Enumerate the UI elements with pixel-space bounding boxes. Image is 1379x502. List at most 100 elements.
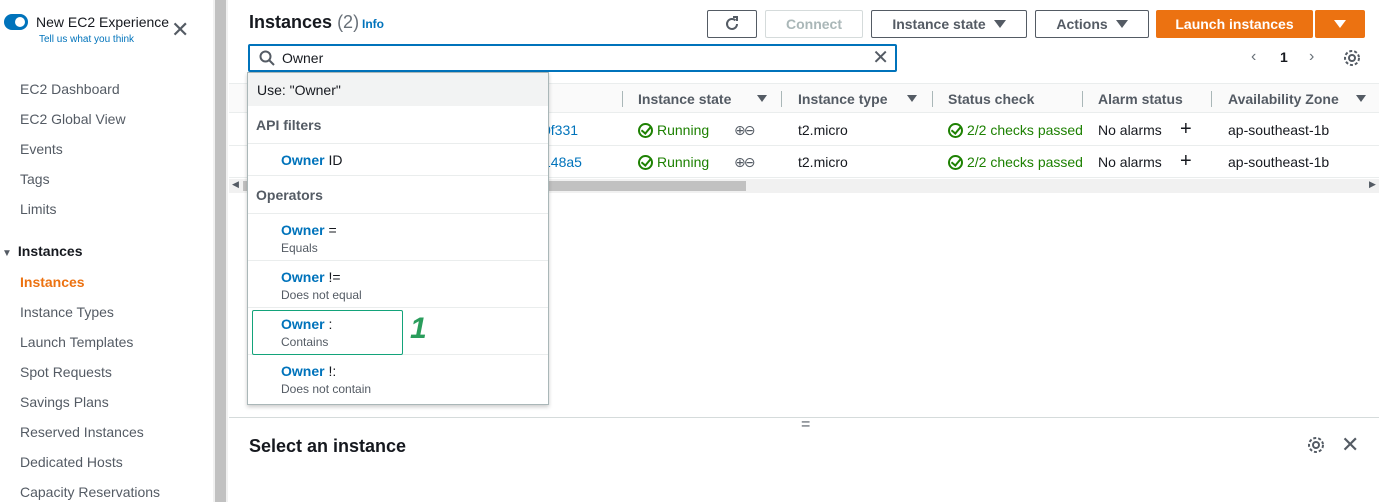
- settings-gear-icon[interactable]: [1307, 436, 1325, 454]
- feedback-link[interactable]: Tell us what you think: [39, 34, 134, 45]
- next-page-icon[interactable]: ›: [1309, 48, 1314, 66]
- sidebar-item-events[interactable]: Events: [20, 141, 63, 157]
- close-icon[interactable]: ✕: [1341, 432, 1359, 458]
- operator-symbol: !:: [324, 363, 337, 379]
- details-split-panel: = Select an instance ✕: [229, 416, 1379, 502]
- match-text: Owner: [281, 363, 325, 379]
- option-rest: ID: [324, 152, 343, 168]
- caret-down-icon: ▼: [2, 248, 12, 259]
- info-link[interactable]: Info: [362, 17, 384, 31]
- sidebar-section-instances[interactable]: ▼ Instances: [2, 243, 83, 259]
- status-check-cell: 2/2 checks passed: [948, 154, 1083, 170]
- column-header-status-check[interactable]: Status check: [948, 91, 1034, 107]
- launch-options-button[interactable]: [1315, 10, 1365, 38]
- connect-label: Connect: [786, 16, 842, 32]
- settings-gear-icon[interactable]: [1343, 49, 1361, 67]
- sidebar-item-ec2-global-view[interactable]: EC2 Global View: [20, 111, 126, 127]
- page-number[interactable]: 1: [1280, 49, 1288, 65]
- sort-icon[interactable]: [907, 95, 917, 102]
- sort-icon[interactable]: [1356, 95, 1366, 102]
- column-separator[interactable]: [622, 91, 623, 107]
- sidebar-item-spot-requests[interactable]: Spot Requests: [20, 364, 112, 380]
- divider: [248, 213, 548, 214]
- resize-handle-icon[interactable]: =: [801, 416, 810, 434]
- column-header-instance-type[interactable]: Instance type: [798, 91, 887, 107]
- column-separator[interactable]: [1082, 91, 1083, 107]
- operator-option-does-not-contain[interactable]: Owner !:: [281, 363, 336, 379]
- scroll-left-icon[interactable]: ◀: [232, 179, 239, 190]
- operator-option-not-equal[interactable]: Owner !=: [281, 269, 341, 285]
- sidebar-scrollbar[interactable]: [213, 0, 228, 502]
- caret-down-icon: [1334, 20, 1346, 28]
- add-alarm-icon[interactable]: +: [1180, 118, 1192, 141]
- divider: [248, 260, 548, 261]
- use-value-option[interactable]: Use: "Owner": [248, 73, 548, 106]
- operator-symbol: =: [324, 222, 337, 238]
- scroll-right-icon[interactable]: ▶: [1369, 179, 1376, 190]
- match-text: Owner: [281, 152, 325, 168]
- sidebar-item-instances[interactable]: Instances: [20, 274, 85, 290]
- zoom-in-out-icon[interactable]: ⊕⊖: [734, 122, 756, 139]
- api-filters-header: API filters: [256, 117, 322, 133]
- availability-zone-cell: ap-southeast-1b: [1228, 154, 1330, 170]
- api-filter-option-owner-id[interactable]: Owner ID: [281, 152, 342, 168]
- caret-down-icon: [993, 20, 1006, 28]
- close-icon[interactable]: ✕: [171, 19, 189, 41]
- operator-description: Does not contain: [281, 382, 372, 396]
- sort-icon[interactable]: [757, 95, 767, 102]
- sidebar-item-capacity-reservations[interactable]: Capacity Reservations: [20, 484, 160, 500]
- search-input[interactable]: Owner: [282, 50, 323, 66]
- toggle-title: New EC2 Experience: [36, 14, 170, 30]
- instance-type-cell: t2.micro: [798, 122, 848, 138]
- column-header-availability-zone[interactable]: Availability Zone: [1228, 91, 1339, 107]
- sidebar-item-tags[interactable]: Tags: [20, 171, 50, 187]
- instance-state-button[interactable]: Instance state: [871, 10, 1027, 38]
- scrollbar-thumb[interactable]: [215, 0, 226, 502]
- refresh-button[interactable]: [707, 10, 757, 38]
- column-separator[interactable]: [932, 91, 933, 107]
- sidebar-section-label: Instances: [17, 243, 83, 259]
- step-annotation: 1: [410, 312, 427, 345]
- launch-instances-button[interactable]: Launch instances: [1156, 10, 1313, 38]
- column-header-alarm-status[interactable]: Alarm status: [1098, 91, 1183, 107]
- alarm-status-cell: No alarms: [1098, 154, 1162, 170]
- page-title-text: Instances: [249, 12, 333, 32]
- divider: [248, 175, 548, 176]
- new-experience-toggle[interactable]: [4, 14, 28, 30]
- highlight-box: [252, 310, 403, 355]
- sidebar-item-instance-types[interactable]: Instance Types: [20, 304, 114, 320]
- sidebar-item-limits[interactable]: Limits: [20, 201, 57, 217]
- operator-description: Equals: [281, 241, 318, 255]
- actions-button[interactable]: Actions: [1035, 10, 1149, 38]
- column-header-instance-state[interactable]: Instance state: [638, 91, 731, 107]
- search-field[interactable]: Owner ✕: [248, 44, 897, 72]
- status-check-cell: 2/2 checks passed: [948, 122, 1083, 138]
- add-alarm-icon[interactable]: +: [1180, 150, 1192, 173]
- refresh-icon: [726, 16, 738, 30]
- filter-suggestions-dropdown: Use: "Owner" API filters Owner ID Operat…: [247, 72, 549, 405]
- alarm-status-cell: No alarms: [1098, 122, 1162, 138]
- column-separator[interactable]: [1211, 91, 1212, 107]
- prev-page-icon[interactable]: ‹: [1251, 48, 1256, 66]
- instance-state-label: Instance state: [892, 16, 986, 32]
- instance-state-cell: Running: [638, 122, 709, 138]
- divider: [248, 143, 548, 144]
- sidebar-item-savings-plans[interactable]: Savings Plans: [20, 394, 109, 410]
- clear-icon[interactable]: ✕: [872, 47, 889, 69]
- sidebar-item-reserved-instances[interactable]: Reserved Instances: [20, 424, 144, 440]
- zoom-in-out-icon[interactable]: ⊕⊖: [734, 154, 756, 171]
- sidebar-item-ec2-dashboard[interactable]: EC2 Dashboard: [20, 81, 120, 97]
- operator-option-equals[interactable]: Owner =: [281, 222, 337, 238]
- page-title: Instances (2): [249, 12, 359, 33]
- check-circle-icon: [638, 123, 653, 138]
- operators-header: Operators: [256, 187, 323, 203]
- sidebar-item-dedicated-hosts[interactable]: Dedicated Hosts: [20, 454, 123, 470]
- actions-label: Actions: [1056, 16, 1108, 32]
- instance-state-cell: Running: [638, 154, 709, 170]
- connect-button[interactable]: Connect: [765, 10, 863, 38]
- sidebar-item-launch-templates[interactable]: Launch Templates: [20, 334, 133, 350]
- instance-count: (2): [337, 12, 360, 32]
- state-text: Running: [657, 154, 710, 170]
- operator-description: Does not equal: [281, 288, 362, 302]
- column-separator[interactable]: [781, 91, 782, 107]
